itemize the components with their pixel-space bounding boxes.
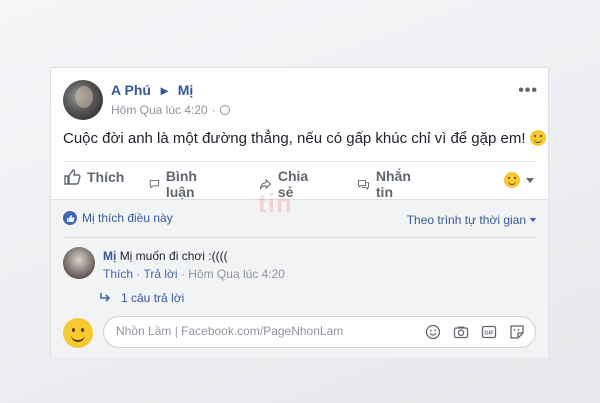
emoji-icon [504, 172, 520, 188]
post-text: Cuộc đời anh là một đường thẳng, nếu có … [63, 130, 546, 147]
smile-emoji-icon [529, 130, 546, 146]
comment-like-link[interactable]: Thích [103, 267, 133, 281]
my-avatar [63, 318, 93, 348]
reply-arrow-icon [100, 293, 111, 302]
like-icon [64, 169, 81, 185]
emoji-picker-icon[interactable] [425, 324, 441, 340]
post-card: A Phú ▸ Mị Hôm Qua lúc 4:20 · ••• Cuộc đ… [50, 67, 549, 358]
comment-reply-link[interactable]: Trả lời [143, 267, 177, 281]
comments-section: Mị thích điều này Theo trình tự thời gia… [51, 199, 548, 358]
comment-meta: Thích · Trả lời · Hôm Qua lúc 4:20 [103, 267, 285, 281]
likes-summary[interactable]: Mị thích điều này [63, 211, 173, 225]
chevron-down-icon [526, 177, 534, 183]
sort-dropdown[interactable]: Theo trình tự thời gian [407, 213, 536, 227]
post-time[interactable]: Hôm Qua lúc 4:20 [111, 103, 208, 117]
arrow-right-icon: ▸ [160, 82, 168, 98]
commenter-avatar[interactable] [63, 247, 95, 279]
watermark: tin [258, 188, 293, 218]
message-button[interactable]: Nhắn tin [357, 168, 416, 200]
comment-composer: GIF [63, 316, 536, 350]
chevron-down-icon [530, 218, 536, 222]
divider [63, 161, 536, 162]
comment-input-box[interactable]: GIF [103, 316, 536, 348]
svg-text:GIF: GIF [484, 331, 494, 337]
sticker-icon[interactable] [509, 324, 525, 340]
likes-text: Mị thích điều này [82, 211, 173, 225]
globe-icon[interactable] [219, 105, 230, 115]
post-meta: Hôm Qua lúc 4:20 · [111, 103, 230, 117]
view-replies[interactable]: 1 câu trả lời [99, 291, 184, 305]
divider [63, 237, 536, 238]
author-avatar[interactable] [63, 80, 103, 120]
gif-icon[interactable]: GIF [481, 324, 497, 340]
replies-count: 1 câu trả lời [121, 291, 185, 305]
commenter-name[interactable]: Mị [103, 249, 116, 263]
comment-time[interactable]: Hôm Qua lúc 4:20 [188, 267, 285, 281]
camera-icon[interactable] [453, 324, 469, 340]
message-icon [357, 179, 369, 190]
sort-label: Theo trình tự thời gian [406, 213, 526, 227]
comment-input[interactable] [114, 323, 418, 339]
message-label: Nhắn tin [375, 168, 411, 200]
comment-label: Bình luận [165, 168, 197, 200]
comment-button[interactable]: Bình luận [149, 168, 204, 200]
like-button[interactable]: Thích [63, 168, 124, 186]
comment-icon [149, 179, 160, 189]
comment-text: Mị muốn đi chơi :(((( [119, 249, 228, 263]
post-header: A Phú ▸ Mị [111, 82, 193, 99]
author-name[interactable]: A Phú [111, 82, 151, 98]
like-label: Thích [87, 169, 125, 185]
reaction-selector[interactable] [504, 172, 534, 188]
recipient-name[interactable]: Mị [178, 82, 194, 98]
composer-tools: GIF [425, 324, 525, 340]
more-icon[interactable]: ••• [518, 82, 538, 100]
like-badge-icon [63, 211, 77, 225]
comment: Mị Mị muốn đi chơi :(((( [103, 249, 228, 263]
